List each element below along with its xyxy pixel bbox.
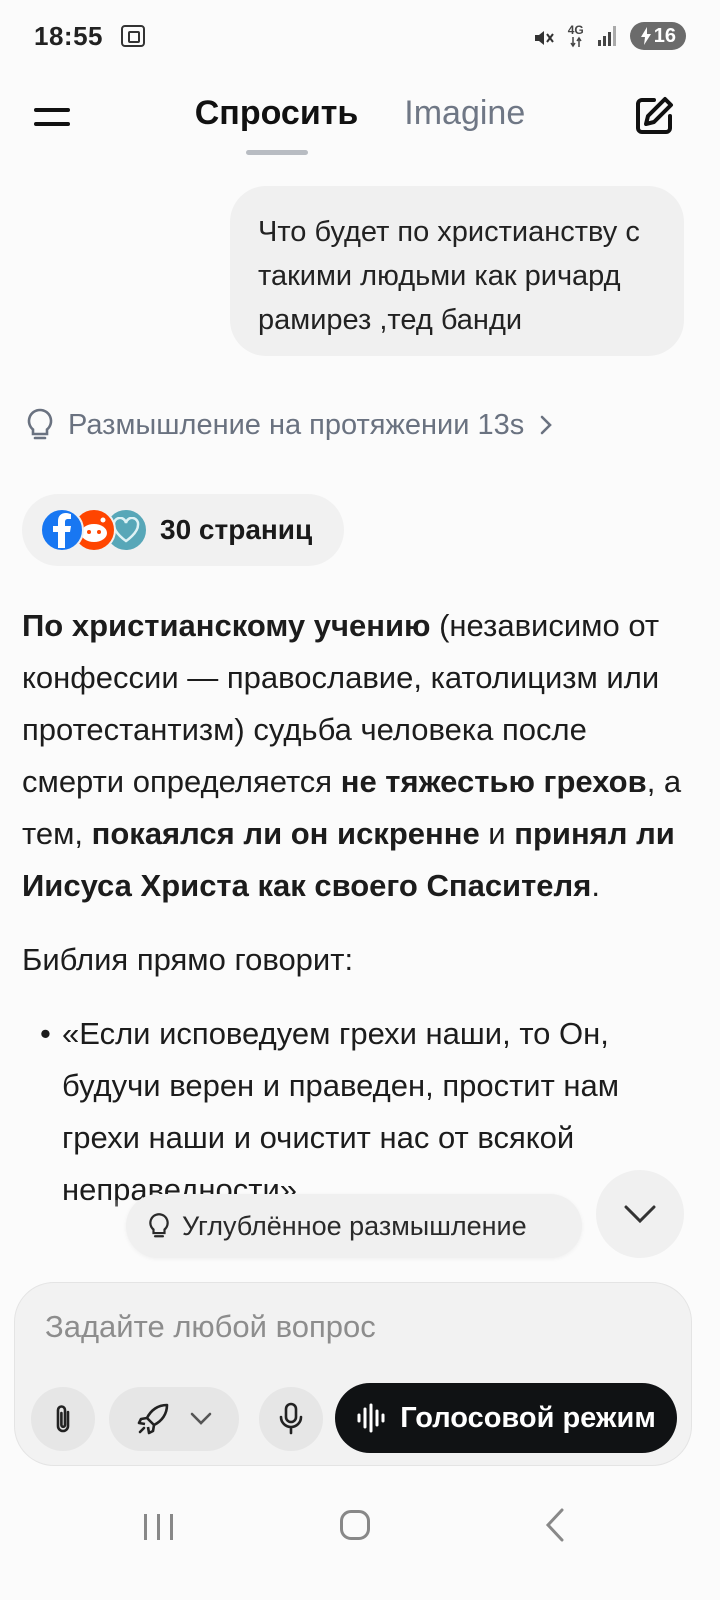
screenshot-icon <box>121 25 145 47</box>
tab-ask[interactable]: Спросить <box>195 94 359 155</box>
back-button[interactable] <box>540 1506 570 1544</box>
tab-imagine[interactable]: Imagine <box>404 94 525 155</box>
sources-label: 30 страниц <box>160 514 313 545</box>
status-indicators: 4G 16 <box>532 22 686 50</box>
network-type: 4G <box>567 23 584 37</box>
scroll-down-button[interactable] <box>596 1170 684 1258</box>
source-icons <box>40 508 152 552</box>
network-indicator: 4G <box>568 24 584 48</box>
lightbulb-icon <box>149 1213 169 1238</box>
answer-bold-text: По христианскому учению <box>22 608 431 643</box>
paperclip-icon <box>56 1405 70 1433</box>
answer-bold-text: покаялся ли он искренне <box>91 816 480 851</box>
voice-mode-button[interactable]: Голосовой режим <box>335 1383 677 1453</box>
answer-text: и <box>479 816 515 851</box>
answer-bold-text: не тяжестью грехов <box>340 764 647 799</box>
answer-paragraph: Библия прямо говорит: <box>22 942 354 977</box>
list-item: «Если исповедуем грехи наши, то Он, буду… <box>40 1008 692 1216</box>
thinking-label: Размышление на протяжении 13s <box>68 408 525 441</box>
assistant-answer: По христианскому учению (независимо от к… <box>22 600 692 1216</box>
battery-charging-icon: 16 <box>629 22 686 50</box>
thinking-summary[interactable]: Размышление на протяжении 13s <box>26 408 554 442</box>
deep-think-label: Углублённое размышление <box>182 1210 527 1241</box>
model-selector[interactable] <box>109 1387 239 1451</box>
user-message-bubble: Что будет по христианству с такими людьм… <box>230 186 684 356</box>
status-bar: 18:55 4G 16 <box>0 0 720 72</box>
composer: Голосовой режим <box>14 1282 692 1466</box>
recents-button[interactable] <box>144 1514 176 1540</box>
home-button[interactable] <box>340 1510 370 1540</box>
mode-tabs: Спросить Imagine <box>0 94 720 155</box>
new-chat-button[interactable] <box>632 94 676 138</box>
chevron-down-icon <box>190 1412 212 1425</box>
chevron-down-icon <box>624 1205 656 1224</box>
chevron-right-icon <box>540 415 553 435</box>
answer-list: «Если исповедуем грехи наши, то Он, буду… <box>22 1008 692 1216</box>
microphone-button[interactable] <box>259 1387 323 1451</box>
facebook-icon <box>40 508 84 552</box>
message-input[interactable] <box>45 1303 645 1351</box>
deep-think-button[interactable]: Углублённое размышление <box>126 1194 582 1258</box>
waveform-icon <box>357 1403 385 1433</box>
answer-paragraph: По христианскому учению (независимо от к… <box>22 600 692 912</box>
signal-icon <box>597 26 616 46</box>
status-time: 18:55 <box>34 20 103 51</box>
sources-button[interactable]: 30 страниц <box>22 494 344 566</box>
lightbulb-icon <box>27 408 53 440</box>
battery-level: 16 <box>653 24 676 47</box>
mute-icon <box>532 25 554 47</box>
back-icon <box>545 1508 564 1542</box>
voice-mode-label: Голосовой режим <box>400 1401 656 1434</box>
edit-icon <box>636 97 673 134</box>
microphone-icon <box>279 1402 303 1435</box>
answer-text: . <box>591 868 600 903</box>
rocket-icon <box>137 1403 169 1435</box>
app-header: Спросить Imagine <box>0 72 720 172</box>
system-nav-bar <box>0 1480 720 1600</box>
attach-button[interactable] <box>31 1387 95 1451</box>
